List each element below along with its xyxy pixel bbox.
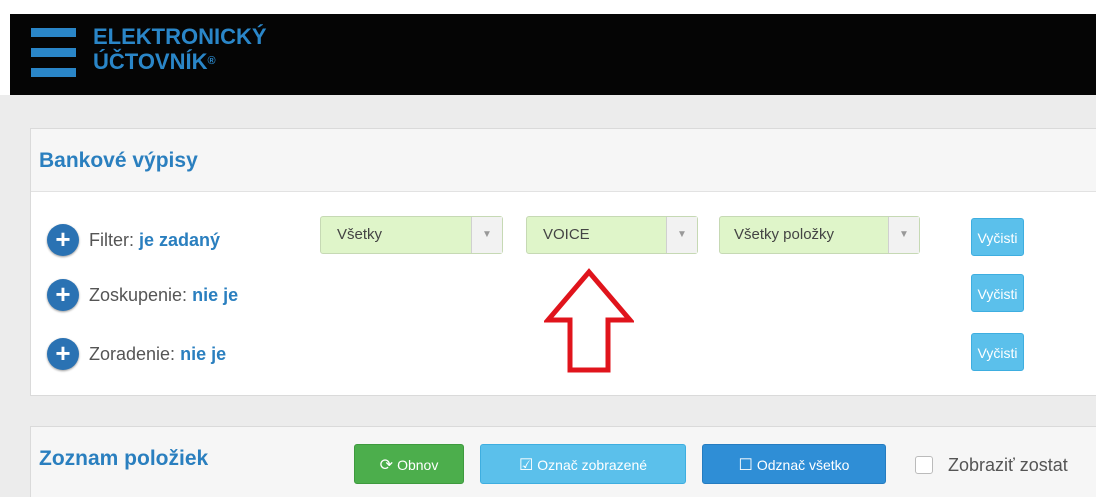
- show-remaining-label: Zobraziť zostat: [948, 455, 1068, 475]
- panel-header: Bankové výpisy: [31, 129, 1096, 192]
- empty-box-icon: ☐: [738, 457, 753, 474]
- panel-title: Zoznam položiek: [39, 447, 209, 470]
- logo-line-1: ELEKTRONICKÝ: [93, 24, 267, 49]
- app-header: ELEKTRONICKÝ ÚČTOVNÍK®: [10, 14, 1096, 95]
- clear-sorting-button[interactable]: Vyčisti: [971, 333, 1024, 371]
- mark-displayed-button[interactable]: ☑ Označ zobrazené: [480, 444, 686, 484]
- plus-circle-icon[interactable]: +: [47, 279, 79, 311]
- filter-label: Filter:: [89, 230, 134, 250]
- up-arrow-icon: [544, 268, 634, 373]
- plus-circle-icon[interactable]: +: [47, 224, 79, 256]
- logo-icon: [31, 28, 76, 88]
- checked-box-icon: ☑: [518, 457, 534, 474]
- account-select[interactable]: VOICE ▼: [526, 216, 698, 254]
- items-select[interactable]: Všetky položky ▼: [719, 216, 920, 254]
- refresh-button[interactable]: ⟳ Obnov: [354, 444, 464, 484]
- clear-filter-button[interactable]: Vyčisti: [971, 218, 1024, 256]
- sorting-status[interactable]: nie je: [180, 344, 226, 364]
- chevron-down-icon: ▼: [888, 217, 919, 253]
- chevron-down-icon: ▼: [471, 217, 502, 253]
- grouping-label: Zoskupenie:: [89, 285, 188, 305]
- chevron-down-icon: ▼: [666, 217, 697, 253]
- filter-status[interactable]: je zadaný: [139, 230, 220, 250]
- sorting-label: Zoradenie:: [89, 344, 176, 364]
- panel-title: Bankové výpisy: [39, 149, 198, 172]
- top-bar: ELEKTRONICKÝ ÚČTOVNÍK®: [0, 0, 1096, 95]
- plus-circle-icon[interactable]: +: [47, 338, 79, 370]
- show-remaining-checkbox[interactable]: [915, 456, 933, 474]
- logo-line-2: ÚČTOVNÍK: [93, 49, 208, 74]
- refresh-icon: ⟳: [379, 457, 394, 474]
- period-select[interactable]: Všetky ▼: [320, 216, 503, 254]
- grouping-status[interactable]: nie je: [192, 285, 238, 305]
- clear-grouping-button[interactable]: Vyčisti: [971, 274, 1024, 312]
- unmark-all-button[interactable]: ☐ Odznač všetko: [702, 444, 886, 484]
- registered-mark: ®: [207, 55, 216, 67]
- logo[interactable]: ELEKTRONICKÝ ÚČTOVNÍK®: [93, 24, 267, 74]
